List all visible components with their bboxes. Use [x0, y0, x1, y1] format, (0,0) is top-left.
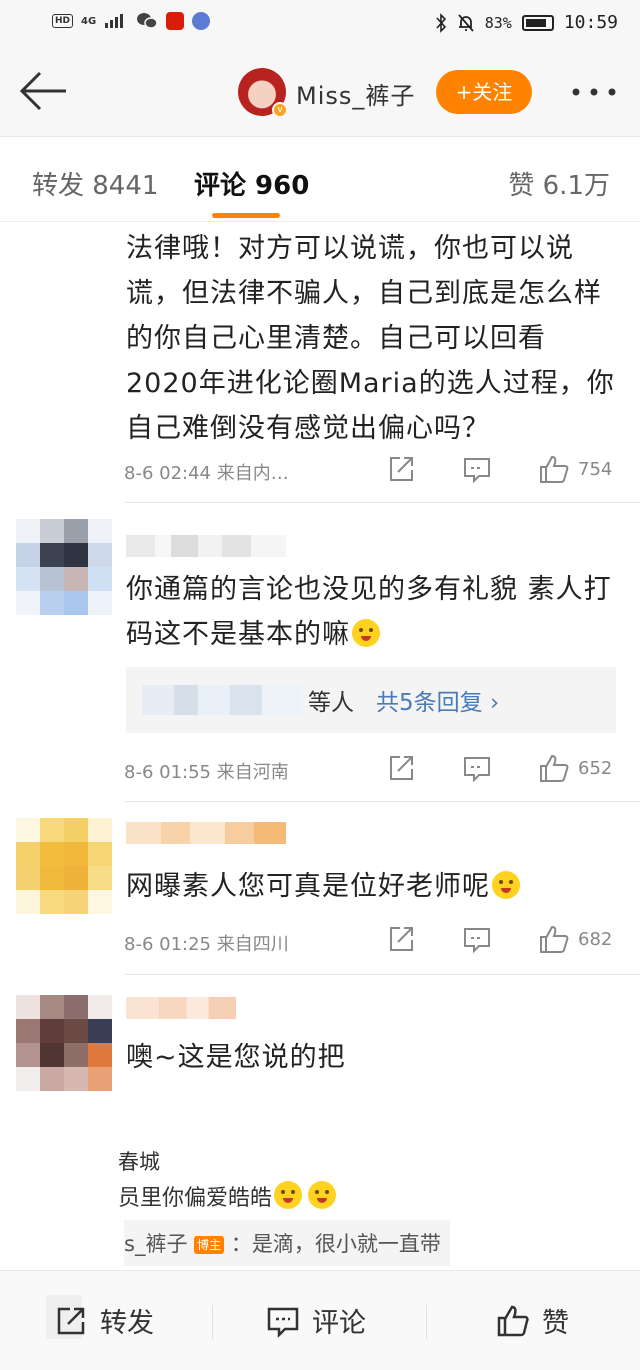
reply-comment-button[interactable] — [462, 454, 492, 484]
commenter-name-blurred[interactable] — [126, 822, 286, 844]
forward-icon — [57, 1307, 85, 1334]
forward-button[interactable]: 转发 — [54, 1301, 154, 1340]
thumbs-up-icon — [540, 925, 569, 953]
tab-comments[interactable]: 评论 960 — [194, 165, 309, 202]
comment-item: 法律哦！对方可以说谎，你也可以说谎，但法律不骗人，自己到底是怎么样的你自己心里清… — [0, 222, 640, 502]
active-tab-indicator — [212, 213, 280, 218]
comment-label: 评论 — [312, 1308, 366, 1339]
more-button[interactable] — [568, 74, 620, 110]
thumbs-up-icon — [540, 455, 569, 483]
blush-emoji-icon — [492, 871, 520, 899]
commenter-avatar-blurred[interactable] — [16, 995, 112, 1091]
back-button[interactable] — [18, 68, 68, 114]
tongue-emoji-icon — [274, 1181, 303, 1209]
back-arrow-icon — [19, 71, 66, 111]
status-left: HD 4G — [52, 12, 211, 30]
status-right: 83% 10:59 — [435, 12, 618, 33]
tongue-emoji-icon — [308, 1181, 337, 1209]
like-comment-button[interactable]: 652 — [538, 753, 612, 783]
battery-percent: 83% — [484, 13, 512, 32]
quote-text: ：是滴，很小就一直带 — [230, 1232, 441, 1256]
comment-icon — [464, 928, 490, 954]
share-comment-button[interactable] — [386, 454, 416, 484]
comment-item: 你通篇的言论也没见的多有礼貌 素人打码这不是基本的嘛 等人 共5条回复 › 8-… — [0, 503, 640, 801]
verified-badge-icon: v — [272, 102, 288, 118]
comment-item: 噢~这是您说的把 — [0, 975, 640, 1135]
share-comment-button[interactable] — [386, 753, 416, 783]
view-replies-link[interactable]: 共5条回复 › — [376, 683, 499, 717]
share-icon — [390, 927, 413, 951]
share-icon — [390, 756, 413, 780]
quote-name: s_裤子 — [124, 1232, 188, 1256]
tab-forward[interactable]: 转发 8441 — [32, 165, 158, 202]
bottom-action-bar: 转发 评论 赞 — [0, 1270, 640, 1370]
thumbs-up-icon — [540, 754, 569, 782]
like-comment-button[interactable]: 682 — [538, 924, 612, 954]
battery-icon — [521, 14, 554, 31]
comment-meta: 8-6 01:25 来自四川 — [124, 934, 289, 955]
bar-separator — [212, 1305, 213, 1339]
like-button[interactable]: 赞 — [496, 1301, 569, 1340]
comment-text: 网曝素人您可真是位好老师呢 — [126, 864, 616, 909]
like-label: 赞 — [542, 1308, 569, 1339]
follow-button[interactable]: +关注 — [436, 70, 532, 114]
author-name[interactable]: Miss_裤子 — [296, 76, 415, 111]
reply-comment-button[interactable] — [462, 924, 492, 954]
floating-text-body: 员里你偏爱皓皓 — [118, 1186, 273, 1211]
comment-icon — [464, 757, 490, 783]
floating-weibo-card[interactable]: 春城 员里你偏爱皓皓 s_裤子 博主 ：是滴，很小就一直带 — [0, 1140, 640, 1270]
wechat-icon — [137, 13, 158, 29]
like-comment-button[interactable]: 754 — [538, 454, 612, 484]
comment-text: 法律哦！对方可以说谎，你也可以说谎，但法律不骗人，自己到底是怎么样的你自己心里清… — [126, 233, 615, 444]
app-icon-red — [166, 12, 185, 30]
hd-indicator: HD — [52, 14, 74, 28]
commenter-avatar-blurred[interactable] — [16, 818, 112, 914]
floating-text: 员里你偏爱皓皓 — [118, 1180, 337, 1212]
bar-separator — [426, 1305, 427, 1339]
top-nav: v Miss_裤子 +关注 — [0, 48, 640, 136]
replies-preview[interactable]: 等人 共5条回复 › — [126, 667, 616, 733]
thumbs-up-icon — [497, 1305, 529, 1336]
comment-text-body: 网曝素人您可真是位好老师呢 — [126, 871, 490, 902]
like-count: 682 — [578, 928, 613, 950]
commenter-avatar-blurred[interactable] — [16, 519, 112, 615]
bluetooth-icon — [436, 12, 446, 33]
more-dots-icon — [572, 88, 616, 96]
share-comment-button[interactable] — [386, 924, 416, 954]
thinking-emoji-icon — [352, 619, 380, 647]
status-bar: HD 4G 83% 10:59 — [0, 0, 640, 48]
tab-likes[interactable]: 赞 6.1万 — [508, 165, 610, 202]
comment-meta: 8-6 02:44 来自内… — [124, 463, 289, 484]
forward-label: 转发 — [100, 1308, 154, 1339]
commenter-name-blurred[interactable] — [126, 997, 236, 1019]
reply-comment-button[interactable] — [462, 753, 492, 783]
like-count: 754 — [578, 458, 613, 480]
music-app-icon — [192, 12, 211, 30]
comment-button[interactable]: 评论 — [266, 1301, 366, 1340]
mute-bell-icon — [458, 13, 474, 32]
clock: 10:59 — [563, 12, 618, 33]
floating-quote: s_裤子 博主 ：是滴，很小就一直带 — [124, 1220, 450, 1266]
comment-tabs: 转发 8441 评论 960 赞 6.1万 — [0, 136, 640, 222]
comment-icon — [267, 1307, 299, 1338]
comment-meta: 8-6 01:55 来自河南 — [124, 762, 289, 783]
reply-names-blurred — [142, 685, 302, 715]
share-icon — [390, 457, 413, 481]
network-indicator: 4G — [81, 15, 97, 27]
like-count: 652 — [578, 757, 613, 779]
floating-author: 春城 — [118, 1150, 160, 1174]
comment-text: 噢~这是您说的把 — [126, 1042, 346, 1073]
comment-item: 网曝素人您可真是位好老师呢 8-6 01:25 来自四川 682 — [0, 802, 640, 974]
comment-text: 你通篇的言论也没见的多有礼貌 素人打码这不是基本的嘛 — [126, 567, 616, 657]
blogger-badge: 博主 — [194, 1236, 225, 1254]
commenter-name-blurred[interactable] — [126, 535, 286, 557]
reply-suffix: 等人 — [308, 690, 354, 716]
comment-icon — [464, 458, 490, 484]
signal-icon — [105, 14, 124, 28]
